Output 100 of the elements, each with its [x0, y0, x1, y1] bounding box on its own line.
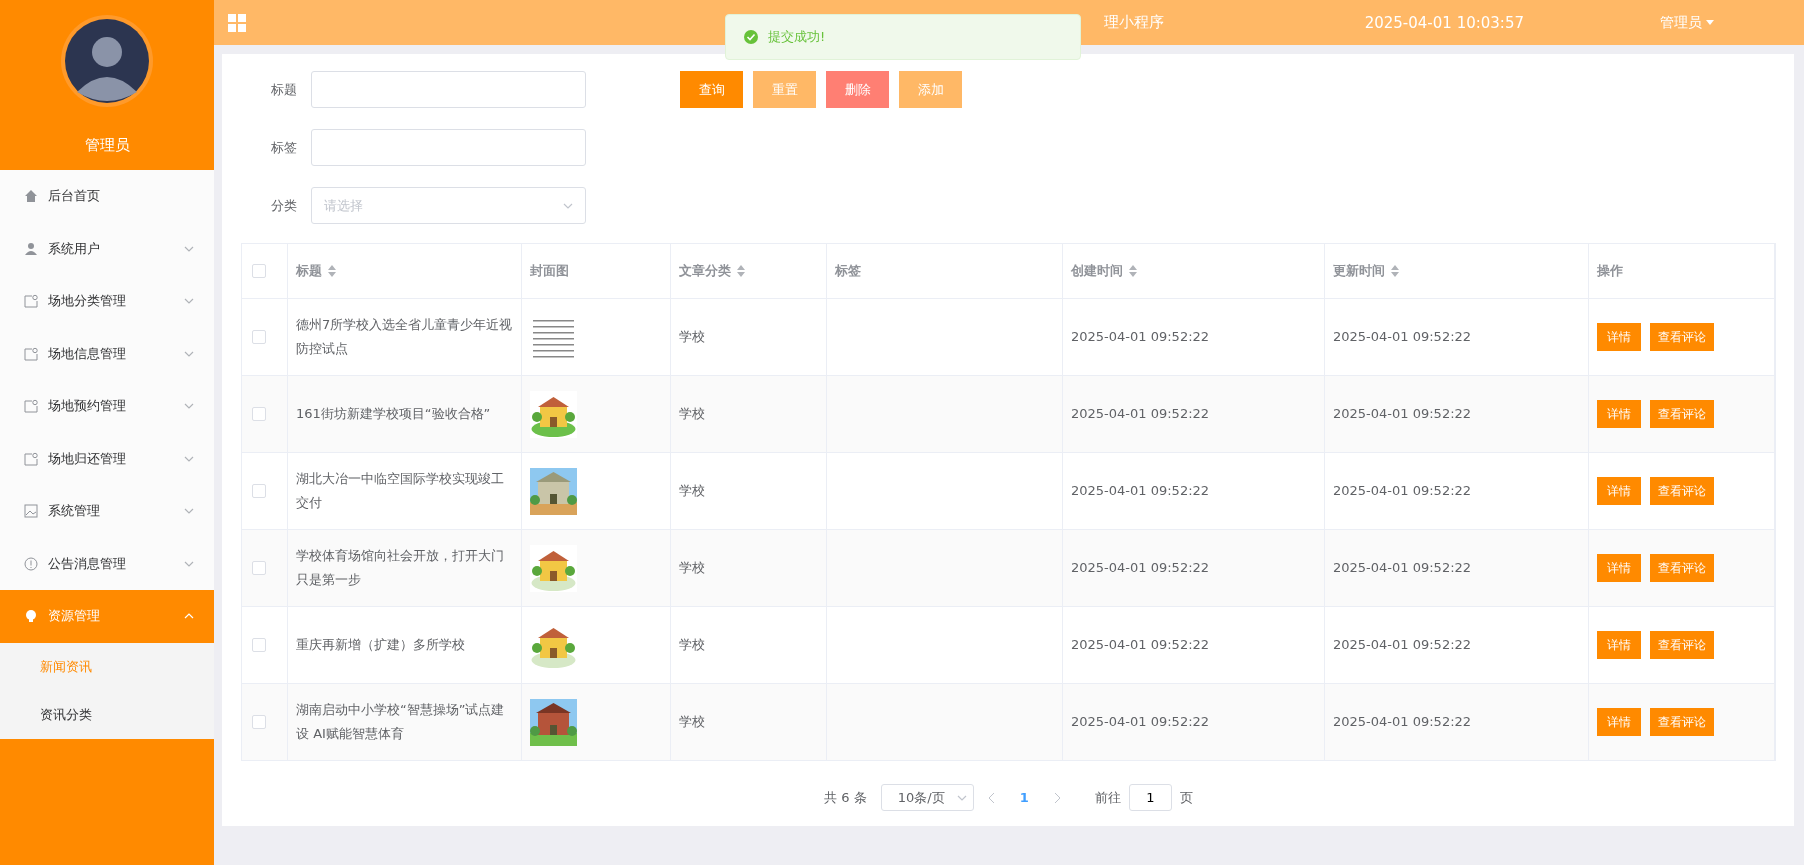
table-cell-text: 学校: [679, 713, 705, 732]
row-action-button[interactable]: 查看评论: [1650, 477, 1714, 506]
total-count: 共 6 条: [824, 788, 867, 807]
bulb-icon: [24, 609, 38, 624]
toast-message: 提交成功!: [768, 28, 826, 46]
document-icon: [24, 294, 38, 309]
caret-icon: [1706, 20, 1714, 25]
sidebar-menu-item[interactable]: 系统管理: [0, 485, 214, 538]
table-cell-text: 湖北大冶一中临空国际学校实现竣工交付: [296, 470, 505, 513]
document-icon: [24, 346, 38, 361]
sidebar-menu-item[interactable]: 场地归还管理: [0, 432, 214, 485]
sidebar-menu-item[interactable]: 场地分类管理: [0, 275, 214, 328]
sidebar-submenu-item[interactable]: 新闻资讯: [0, 642, 214, 691]
row-action-button[interactable]: 查看评论: [1650, 631, 1714, 660]
row-action-button[interactable]: 详情: [1597, 400, 1641, 429]
table-cell-text: 2025-04-01 09:52:22: [1071, 636, 1210, 655]
row-checkbox[interactable]: [252, 330, 266, 345]
document-icon: [24, 399, 38, 414]
table-cell-text: 学校: [679, 636, 705, 655]
toolbar-button[interactable]: 添加: [899, 71, 962, 108]
field-label: 标题: [270, 80, 297, 99]
chevron-up-icon: [184, 613, 194, 620]
row-action-button[interactable]: 详情: [1597, 477, 1641, 506]
table-cell-text: 2025-04-01 09:52:22: [1071, 559, 1210, 578]
row-action-button[interactable]: 详情: [1597, 323, 1641, 352]
table-cell-text: 2025-04-01 09:52:22: [1071, 328, 1210, 347]
field-label: 分类: [270, 196, 297, 215]
sidebar-submenu-item[interactable]: 资讯分类: [0, 690, 214, 739]
chevron-down-icon: [563, 202, 573, 209]
page-suffix: 页: [1179, 788, 1193, 807]
row-checkbox[interactable]: [252, 715, 266, 730]
sidebar-user-name: 管理员: [84, 136, 130, 155]
sort-icon[interactable]: [737, 265, 745, 278]
prev-page-icon[interactable]: [987, 791, 996, 804]
table-cell-text: 2025-04-01 09:52:22: [1071, 713, 1210, 732]
row-checkbox[interactable]: [252, 561, 266, 576]
table-cell-text: 德州7所学校入选全省儿童青少年近视防控试点: [296, 316, 513, 359]
chevron-down-icon: [184, 298, 194, 305]
table-cell-text: 学校: [679, 405, 705, 424]
row-action-button[interactable]: 查看评论: [1650, 323, 1714, 352]
app-title: 理小程序: [1104, 13, 1164, 32]
image-icon: [24, 504, 38, 519]
sort-icon[interactable]: [1129, 265, 1137, 278]
chevron-down-icon: [184, 508, 194, 515]
page-size-select[interactable]: 10条/页: [880, 784, 974, 812]
row-action-button[interactable]: 详情: [1597, 708, 1641, 737]
table-cell-text: 学校: [679, 559, 705, 578]
toolbar-button[interactable]: 删除: [826, 71, 889, 108]
sort-icon[interactable]: [1391, 265, 1399, 278]
row-action-button[interactable]: 详情: [1597, 631, 1641, 660]
sidebar-menu-item[interactable]: 系统用户: [0, 222, 214, 275]
goto-label: 前往: [1094, 788, 1121, 807]
table-cell-text: 学校体育场馆向社会开放，打开大门只是第一步: [296, 547, 505, 590]
chevron-down-icon: [184, 455, 194, 462]
table-cell-text: 学校: [679, 482, 705, 501]
user-icon: [24, 241, 38, 256]
table-cell-text: 2025-04-01 09:52:22: [1333, 713, 1472, 732]
table-cell-text: 重庆再新增（扩建）多所学校: [296, 636, 465, 655]
input-field[interactable]: [311, 129, 586, 166]
home-icon: [24, 189, 38, 204]
sidebar-menu-item[interactable]: 场地信息管理: [0, 327, 214, 380]
document-icon: [24, 451, 38, 466]
input-field[interactable]: [311, 71, 586, 108]
chevron-down-icon: [956, 794, 967, 801]
table-cell-text: 2025-04-01 09:52:22: [1333, 636, 1472, 655]
row-action-button[interactable]: 查看评论: [1650, 554, 1714, 583]
category-select[interactable]: 请选择: [311, 187, 586, 224]
row-action-button[interactable]: 详情: [1597, 554, 1641, 583]
check-circle-icon: [744, 30, 758, 44]
header-datetime: 2025-04-01 10:03:57: [1364, 13, 1524, 32]
chevron-down-icon: [184, 403, 194, 410]
chevron-down-icon: [184, 560, 194, 567]
row-checkbox[interactable]: [252, 407, 266, 422]
info-icon: [24, 556, 38, 571]
table-cell-text: 2025-04-01 09:52:22: [1071, 405, 1210, 424]
table-cell-text: 2025-04-01 09:52:22: [1333, 328, 1472, 347]
row-action-button[interactable]: 查看评论: [1650, 400, 1714, 429]
table-cell-text: 2025-04-01 09:52:22: [1071, 482, 1210, 501]
row-checkbox[interactable]: [252, 484, 266, 499]
toolbar-button[interactable]: 查询: [680, 71, 743, 108]
sidebar-menu-item[interactable]: 后台首页: [0, 170, 214, 223]
goto-page-field[interactable]: 1: [1128, 784, 1172, 812]
row-action-button[interactable]: 查看评论: [1650, 708, 1714, 737]
select-all-checkbox[interactable]: [252, 264, 266, 279]
sidebar-menu-item[interactable]: 场地预约管理: [0, 380, 214, 433]
next-page-icon[interactable]: [1052, 791, 1061, 804]
user-menu-button[interactable]: 管理员: [1654, 12, 1720, 33]
table-cell-text: 2025-04-01 09:52:22: [1333, 405, 1472, 424]
chevron-down-icon: [184, 245, 194, 252]
table-cell-text: 161街坊新建学校项目“验收合格”: [296, 405, 491, 424]
grid-icon[interactable]: [228, 13, 246, 32]
table-cell-text: 湖南启动中小学校“智慧操场”试点建设 AI赋能智慧体育: [296, 701, 506, 744]
page-number[interactable]: 1: [1009, 790, 1039, 806]
table-cell-text: 学校: [679, 328, 705, 347]
toolbar-button[interactable]: 重置: [753, 71, 816, 108]
chevron-down-icon: [184, 350, 194, 357]
sort-icon[interactable]: [328, 265, 336, 278]
table-cell-text: 2025-04-01 09:52:22: [1333, 482, 1472, 501]
sidebar-menu-item[interactable]: 公告消息管理: [0, 537, 214, 590]
row-checkbox[interactable]: [252, 638, 266, 653]
